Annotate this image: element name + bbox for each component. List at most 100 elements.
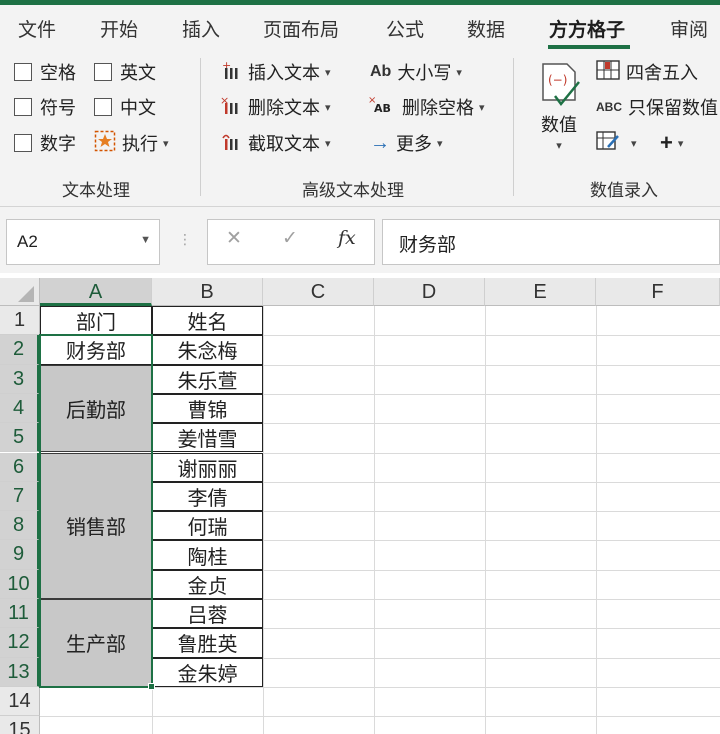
selection-border — [39, 334, 153, 688]
formula-input[interactable]: 财务部 — [382, 219, 720, 265]
tab-file[interactable]: 文件 — [18, 15, 56, 42]
insert-text-icon: + — [220, 59, 242, 85]
cancel-icon[interactable]: ✕ — [226, 227, 242, 250]
worksheet-grid[interactable]: ABCDEF 1 2 3 4 5 6 7 8 9 10 11 12 13 14 15 部门 姓名 财务部 后勤部销… — [0, 278, 720, 734]
row-header-2[interactable]: 2 — [0, 335, 40, 365]
ribbon: 文件 开始 插入 页面布局 公式 数据 方方格子 审阅 空格 英文 符号 中文 … — [0, 0, 720, 207]
chevron-down-icon: ▾ — [325, 66, 331, 79]
name-cell[interactable]: 鲁胜英 — [152, 628, 263, 658]
tab-fangfang[interactable]: 方方格子 — [549, 15, 625, 42]
active-tab-indicator — [548, 45, 630, 49]
delete-spaces-icon: × AB — [368, 94, 396, 120]
row-header-8[interactable]: 8 — [0, 511, 40, 541]
checkbox-box[interactable] — [14, 98, 32, 116]
row-header-6[interactable]: 6 — [0, 452, 40, 482]
chevron-down-icon: ▾ — [456, 66, 462, 79]
row-header-1[interactable]: 1 — [0, 306, 40, 336]
name-cell[interactable]: 曹锦 — [152, 393, 263, 424]
gridline — [263, 306, 264, 734]
insert-function-icon[interactable]: fx — [338, 227, 356, 249]
gridline — [374, 306, 375, 734]
row-header-4[interactable]: 4 — [0, 393, 40, 424]
row-header-13[interactable]: 13 — [0, 657, 40, 687]
chevron-down-icon: ▾ — [556, 140, 562, 152]
add-button[interactable]: + ▾ — [660, 130, 683, 156]
more-options-icon: ⋮ — [178, 231, 192, 247]
name-cell[interactable]: 李倩 — [152, 481, 263, 512]
gridline — [40, 716, 720, 718]
gridline — [485, 306, 486, 734]
chevron-down-icon: ▾ — [325, 101, 331, 114]
tab-data[interactable]: 数据 — [467, 15, 505, 42]
insert-text-button[interactable]: + 插入文本 ▾ — [220, 59, 331, 85]
checkbox-space[interactable]: 空格 — [14, 59, 76, 85]
row-header-3[interactable]: 3 — [0, 364, 40, 394]
name-cell[interactable]: 吕蓉 — [152, 599, 263, 629]
chevron-down-icon[interactable]: ▼ — [140, 234, 151, 246]
delete-text-button[interactable]: × 删除文本 ▾ — [220, 94, 331, 120]
tab-page-layout[interactable]: 页面布局 — [263, 15, 339, 42]
name-cell[interactable]: 陶桂 — [152, 540, 263, 570]
tab-formulas[interactable]: 公式 — [386, 15, 424, 42]
edit-format-button[interactable]: ▾ — [596, 130, 637, 156]
column-header-b[interactable]: B — [152, 278, 263, 306]
name-cell[interactable]: 姜惜雪 — [152, 423, 263, 453]
select-all-corner[interactable] — [0, 278, 40, 306]
name-cell[interactable]: 何瑞 — [152, 511, 263, 541]
checkbox-number[interactable]: 数字 — [14, 130, 76, 156]
extract-text-button[interactable]: 截取文本 ▾ — [220, 130, 331, 156]
column-header-f[interactable]: F — [596, 278, 720, 306]
name-cell[interactable]: 金朱婷 — [152, 657, 263, 687]
name-cell[interactable]: 朱乐萱 — [152, 364, 263, 394]
checkbox-box[interactable] — [94, 63, 112, 81]
keep-numbers-button[interactable]: ABC 只保留数值 — [596, 94, 718, 120]
column-header-c[interactable]: C — [263, 278, 374, 306]
abc-icon: ABC — [596, 100, 622, 114]
row-header-11[interactable]: 11 — [0, 599, 40, 629]
row-header-5[interactable]: 5 — [0, 423, 40, 453]
plus-icon: + — [660, 130, 673, 155]
execute-button[interactable]: 执行 ▾ — [94, 130, 169, 156]
more-button[interactable]: → 更多 ▾ — [370, 130, 443, 156]
round-button[interactable]: 四舍五入 — [596, 59, 698, 85]
group-separator — [513, 58, 514, 196]
row-header-15[interactable]: 15 — [0, 716, 40, 734]
name-cell[interactable]: 朱念梅 — [152, 335, 263, 365]
cell-b1[interactable]: 姓名 — [152, 306, 263, 336]
column-header-e[interactable]: E — [485, 278, 596, 306]
confirm-icon[interactable]: ✓ — [282, 227, 298, 250]
checkbox-english[interactable]: 英文 — [94, 59, 156, 85]
extract-text-icon — [220, 130, 242, 156]
numeric-button[interactable]: (−) 数值 ▾ — [536, 60, 582, 170]
column-header-a[interactable]: A — [40, 278, 152, 306]
svg-text:(−): (−) — [548, 73, 567, 87]
cell-a1[interactable]: 部门 — [40, 306, 152, 336]
delete-spaces-button[interactable]: × AB 删除空格 ▾ — [368, 94, 485, 120]
name-cell[interactable]: 金贞 — [152, 569, 263, 599]
round-icon — [596, 59, 620, 85]
gridline — [596, 306, 597, 734]
checkbox-symbol[interactable]: 符号 — [14, 94, 76, 120]
case-button[interactable]: Ab 大小写 ▾ — [370, 59, 462, 85]
chevron-down-icon: ▾ — [437, 137, 443, 150]
numeric-icon: (−) — [537, 63, 581, 112]
row-header-14[interactable]: 14 — [0, 686, 40, 717]
fill-handle[interactable] — [148, 682, 155, 690]
name-cell[interactable]: 谢丽丽 — [152, 452, 263, 482]
column-header-d[interactable]: D — [374, 278, 485, 306]
checkbox-box[interactable] — [14, 134, 32, 152]
row-header-10[interactable]: 10 — [0, 569, 40, 599]
chevron-down-icon: ▾ — [479, 101, 485, 114]
row-header-9[interactable]: 9 — [0, 540, 40, 570]
row-header-7[interactable]: 7 — [0, 481, 40, 512]
checkbox-box[interactable] — [94, 98, 112, 116]
tab-home[interactable]: 开始 — [100, 15, 138, 42]
tab-review[interactable]: 审阅 — [670, 15, 708, 42]
chevron-down-icon: ▾ — [325, 137, 331, 150]
group-label-advanced-text: 高级文本处理 — [302, 181, 404, 200]
tab-insert[interactable]: 插入 — [182, 15, 220, 42]
name-box[interactable]: A2 ▼ — [6, 219, 160, 265]
checkbox-box[interactable] — [14, 63, 32, 81]
row-header-12[interactable]: 12 — [0, 628, 40, 658]
checkbox-chinese[interactable]: 中文 — [94, 94, 156, 120]
